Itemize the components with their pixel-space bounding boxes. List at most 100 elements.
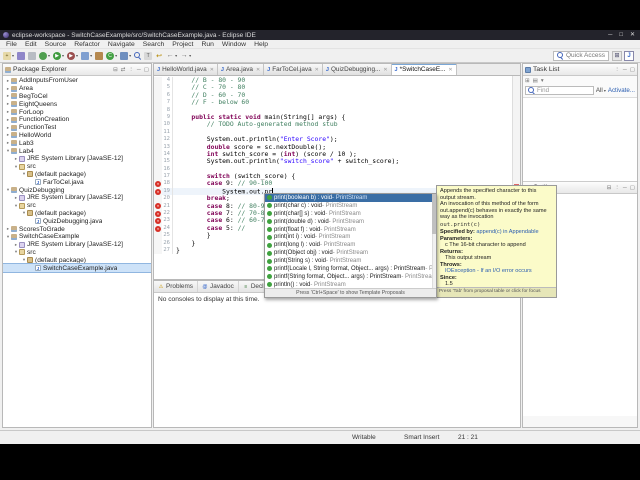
tree-item-jre-system-library-javase-12[interactable]: ▸ JRE System Library [JavaSE-12] <box>3 155 151 163</box>
close-tab-icon[interactable]: ✕ <box>315 67 319 73</box>
close-tab-icon[interactable]: ✕ <box>210 67 214 73</box>
popup-scrollbar[interactable] <box>432 194 436 288</box>
completion-item[interactable]: print(char[] s) : void - PrintStream <box>265 210 436 218</box>
tree-item-src[interactable]: ▾ src <box>3 249 151 257</box>
menu-run[interactable]: Run <box>197 41 217 48</box>
tree-item-default-package[interactable]: ▾ (default package) <box>3 210 151 218</box>
completion-item[interactable]: println() : void - PrintStream <box>265 281 436 288</box>
search-button[interactable] <box>134 52 141 59</box>
view-menu-icon[interactable]: ⋮ <box>128 67 134 73</box>
view-menu-icon[interactable]: ⋮ <box>614 185 620 191</box>
tree-item-helloworld[interactable]: ▸ HelloWorld <box>3 132 151 140</box>
new-class-dropdown-caret-icon[interactable]: ▾ <box>115 53 117 58</box>
tree-item-switchcaseexample-java[interactable]: J SwitchCaseExample.java <box>3 263 151 273</box>
completion-item[interactable]: print(int i) : void - PrintStream <box>265 233 436 241</box>
run-external-tools-button[interactable]: ▶ ▾ <box>67 51 78 60</box>
editor-tab-area-java[interactable]: J Area.java ✕ <box>217 64 265 75</box>
tree-item-functiontest[interactable]: ▸ FunctionTest <box>3 124 151 132</box>
activate-link[interactable]: Activate... <box>608 87 635 94</box>
editor-tab-fartocel-java[interactable]: J FarToCel.java ✕ <box>264 64 323 75</box>
new-task-icon[interactable]: ⊞ <box>525 78 530 84</box>
new-package-button[interactable] <box>95 51 104 60</box>
editor-tab-helloworld-java[interactable]: J HelloWorld.java ✕ <box>154 64 218 75</box>
last-edit-location-button[interactable]: ↩ <box>155 52 163 60</box>
run-dropdown-caret-icon[interactable]: ▾ <box>62 53 64 58</box>
link-editor-icon[interactable]: ⇄ <box>121 67 126 73</box>
tree-item-lab4[interactable]: ▾ Lab4 <box>3 147 151 155</box>
open-task-dropdown-caret-icon[interactable]: ▾ <box>129 53 131 58</box>
maximize-icon[interactable]: ▢ <box>144 67 149 73</box>
menu-refactor[interactable]: Refactor <box>70 41 104 48</box>
tree-item-eightqueens[interactable]: ▸ EightQueens <box>3 100 151 108</box>
run-external-tools-dropdown-caret-icon[interactable]: ▾ <box>76 53 78 58</box>
completion-item[interactable]: print(double d) : void - PrintStream <box>265 218 436 226</box>
menu-project[interactable]: Project <box>168 41 197 48</box>
back-button[interactable]: ← ▾ <box>166 52 178 60</box>
new-java-project-button[interactable]: ▾ <box>81 51 92 60</box>
collapse-all-icon[interactable]: ⊟ <box>607 185 612 191</box>
close-tab-icon[interactable]: ✕ <box>448 67 452 73</box>
completion-item[interactable]: print(Object obj) : void - PrintStream <box>265 249 436 257</box>
java-perspective-button[interactable]: J <box>624 50 634 61</box>
tree-item-addinputsfromuser[interactable]: ▸ AddInputsFromUser <box>3 77 151 85</box>
tree-item-src[interactable]: ▾ src <box>3 202 151 210</box>
tree-item-lab3[interactable]: ▸ Lab3 <box>3 139 151 147</box>
code-line[interactable]: 10 // TODO Auto-generated method stub <box>154 121 512 129</box>
maximize-icon[interactable]: ▢ <box>630 185 635 191</box>
minimize-window-button[interactable]: ─ <box>608 30 612 40</box>
menu-source[interactable]: Source <box>41 41 71 48</box>
completion-item[interactable]: print(boolean b) : void - PrintStream <box>265 194 436 202</box>
minimize-icon[interactable]: ─ <box>623 67 627 73</box>
view-menu-icon[interactable]: ⋮ <box>614 67 620 73</box>
tree-item-quizdebugging[interactable]: ▾ QuizDebugging <box>3 186 151 194</box>
completion-item[interactable]: print(char c) : void - PrintStream <box>265 202 436 210</box>
tree-item-jre-system-library-javase-12[interactable]: ▸ JRE System Library [JavaSE-12] <box>3 241 151 249</box>
menu-file[interactable]: File <box>2 41 21 48</box>
forward-dropdown-caret-icon[interactable]: ▾ <box>189 53 191 58</box>
back-dropdown-caret-icon[interactable]: ▾ <box>175 53 177 58</box>
run-button[interactable]: ▶ ▾ <box>53 51 64 60</box>
task-scope-dropdown[interactable]: All ▾ <box>596 87 606 94</box>
close-tab-icon[interactable]: ✕ <box>383 67 387 73</box>
tree-item-default-package[interactable]: ▾ (default package) <box>3 256 151 264</box>
filter-icon[interactable]: ▾ <box>541 78 544 84</box>
tree-item-scorestograde[interactable]: ▸ ScoresToGrade <box>3 225 151 233</box>
completion-item[interactable]: printf(Locale l, String format, Object..… <box>265 265 436 273</box>
menu-help[interactable]: Help <box>250 41 272 48</box>
completion-item[interactable]: print(long l) : void - PrintStream <box>265 241 436 249</box>
close-window-button[interactable]: ✕ <box>630 30 635 40</box>
view-tab-problems[interactable]: ⚠ Problems <box>154 281 198 292</box>
minimize-icon[interactable]: ─ <box>623 185 627 191</box>
completion-item[interactable]: print(String s) : void - PrintStream <box>265 257 436 265</box>
code-line[interactable]: 15 System.out.println("switch_score" + s… <box>154 158 512 166</box>
tree-item-begtocel[interactable]: ▸ BegToCel <box>3 93 151 101</box>
categorize-icon[interactable]: ▤ <box>533 78 538 84</box>
quick-access-field[interactable]: Quick Access <box>552 50 609 61</box>
code-line[interactable]: 7 // F - below 60 <box>154 98 512 107</box>
menu-search[interactable]: Search <box>139 41 169 48</box>
maximize-window-button[interactable]: □ <box>619 30 623 40</box>
new-wizard-button[interactable]: + ▾ <box>3 51 14 60</box>
new-class-button[interactable]: C ▾ <box>106 51 117 60</box>
completion-item[interactable]: print(float f) : void - PrintStream <box>265 226 436 234</box>
tree-item-switchcaseexample[interactable]: ▾ SwitchCaseExample <box>3 233 151 241</box>
print-button[interactable] <box>28 51 37 60</box>
view-tab-javadoc[interactable]: @ Javadoc <box>198 281 239 292</box>
tree-item-jre-system-library-javase-12[interactable]: ▸ JRE System Library [JavaSE-12] <box>3 194 151 202</box>
debug-button[interactable]: ▾ <box>39 51 50 60</box>
javadoc-specified-link[interactable]: append(c) in Appendable <box>476 229 538 235</box>
menu-edit[interactable]: Edit <box>21 41 41 48</box>
forward-button[interactable]: → ▾ <box>180 52 192 60</box>
save-button[interactable] <box>17 51 26 60</box>
tree-item-quizdebugging-java[interactable]: J QuizDebugging.java <box>3 217 151 225</box>
tree-item-default-package[interactable]: ▾ (default package) <box>3 171 151 179</box>
collapse-all-icon[interactable]: ⊟ <box>113 67 118 73</box>
tree-item-src[interactable]: ▾ src <box>3 163 151 171</box>
open-perspective-button[interactable]: ⊞ <box>612 50 622 61</box>
editor-tab-switchcasee[interactable]: J *SwitchCaseE... ✕ <box>391 64 457 75</box>
new-wizard-dropdown-caret-icon[interactable]: ▾ <box>12 53 14 58</box>
tree-item-area[interactable]: ▸ Area <box>3 85 151 93</box>
task-list-body[interactable] <box>523 98 637 182</box>
scrollbar-thumb[interactable] <box>432 194 436 234</box>
new-java-project-dropdown-caret-icon[interactable]: ▾ <box>90 53 92 58</box>
